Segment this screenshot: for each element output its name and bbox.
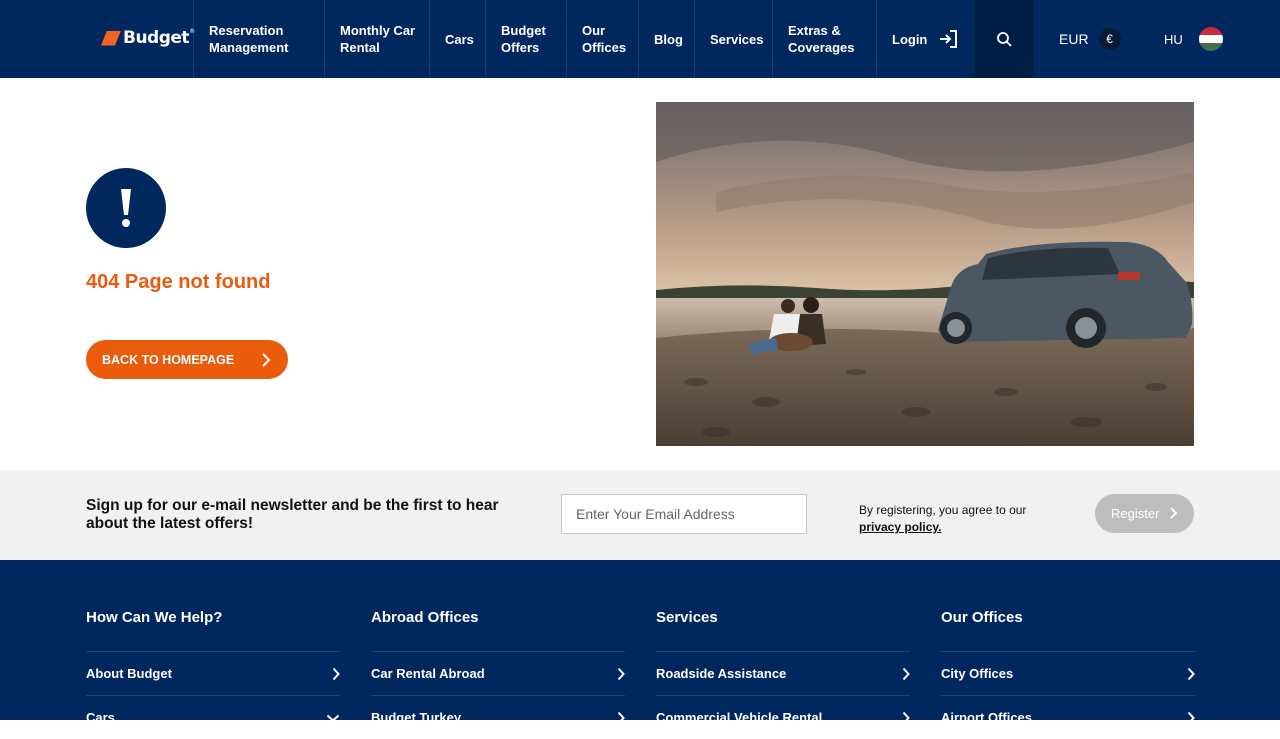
footer: How Can We Help? About Budget Cars Abroa… [0,560,1280,725]
chevron-right-icon [617,711,625,725]
nav-monthly-car-rental[interactable]: Monthly Car Rental [340,0,415,78]
nav-divider [566,0,567,78]
chevron-right-icon [1187,711,1195,725]
login-label: Login [892,31,928,47]
footer-link-label: Commercial Vehicle Rental [656,710,823,725]
nav-reservation-management[interactable]: Reservation Management [209,0,288,78]
footer-link-label: Cars [86,710,115,725]
language-label: HU [1164,31,1183,47]
register-button[interactable]: Register [1095,494,1194,533]
nav-divider [876,0,877,78]
footer-link-car-rental-abroad[interactable]: Car Rental Abroad [371,651,625,695]
footer-link-commercial-vehicle-rental[interactable]: Commercial Vehicle Rental [656,695,910,739]
footer-heading: Abroad Offices [371,609,479,626]
chevron-right-icon [1170,507,1178,519]
sunset-car-photo [656,102,1194,446]
newsletter-section: Sign up for our e-mail newsletter and be… [0,470,1280,560]
footer-link-label: City Offices [941,666,1014,681]
nav-divider [429,0,430,78]
budget-logo-mark [101,30,121,46]
currency-label: EUR [1059,30,1089,47]
email-input[interactable] [561,494,807,534]
error-title: 404 Page not found [86,271,271,293]
nav-divider [638,0,639,78]
budget-logo[interactable]: Budget® [101,26,195,50]
chevron-down-icon [326,714,340,722]
currency-selector[interactable]: EUR € [1059,0,1121,78]
login-icon [940,30,958,48]
language-selector[interactable]: HU [1164,0,1223,78]
chevron-right-icon [902,667,910,681]
back-to-homepage-label: BACK TO HOMEPAGE [102,352,235,367]
footer-link-label: About Budget [86,666,172,681]
alert-icon [86,168,166,248]
top-navigation: Budget® Reservation Management Monthly C… [0,0,1280,78]
brand-name: Budget [123,28,190,48]
nav-services[interactable]: Services [710,0,764,78]
nav-budget-offers[interactable]: Budget Offers [501,0,546,78]
login-button[interactable]: Login [892,0,959,78]
footer-link-airport-offices[interactable]: Airport Offices [941,695,1195,739]
newsletter-text: Sign up for our e-mail newsletter and be… [86,497,499,532]
footer-link-label: Budget Turkey [371,710,462,725]
chevron-right-icon [332,667,340,681]
nav-cars[interactable]: Cars [445,0,474,78]
footer-link-cars[interactable]: Cars [86,695,340,739]
register-label: Register [1111,506,1160,521]
footer-link-budget-turkey[interactable]: Budget Turkey [371,695,625,739]
footer-heading: Our Offices [941,609,1023,626]
newsletter-legal: By registering, you agree to our privacy… [859,502,1026,536]
footer-link-about-budget[interactable]: About Budget [86,651,340,695]
nav-divider [694,0,695,78]
nav-divider [193,0,194,78]
nav-divider [485,0,486,78]
privacy-policy-link[interactable]: privacy policy. [859,519,1026,536]
exclamation-icon [121,189,131,227]
chevron-right-icon [617,667,625,681]
hero-image [656,102,1194,446]
legal-text: By registering, you agree to our [859,503,1027,517]
footer-link-label: Airport Offices [941,710,1033,725]
footer-link-roadside-assistance[interactable]: Roadside Assistance [656,651,910,695]
nav-our-offices[interactable]: Our Offices [582,0,626,78]
nav-extras-coverages[interactable]: Extras & Coverages [788,0,854,78]
footer-heading: How Can We Help? [86,609,223,626]
chevron-right-icon [1187,667,1195,681]
euro-icon: € [1098,28,1121,50]
nav-divider [324,0,325,78]
hungary-flag-icon [1198,27,1223,51]
footer-link-city-offices[interactable]: City Offices [941,651,1195,695]
footer-link-label: Roadside Assistance [656,666,787,681]
search-button[interactable] [974,0,1034,78]
nav-blog[interactable]: Blog [654,0,683,78]
nav-divider [772,0,773,78]
footer-heading: Services [656,609,718,626]
back-to-homepage-button[interactable]: BACK TO HOMEPAGE [86,340,288,379]
chevron-right-icon [262,353,271,367]
footer-link-label: Car Rental Abroad [371,666,485,681]
search-icon [997,32,1012,47]
chevron-right-icon [902,711,910,725]
